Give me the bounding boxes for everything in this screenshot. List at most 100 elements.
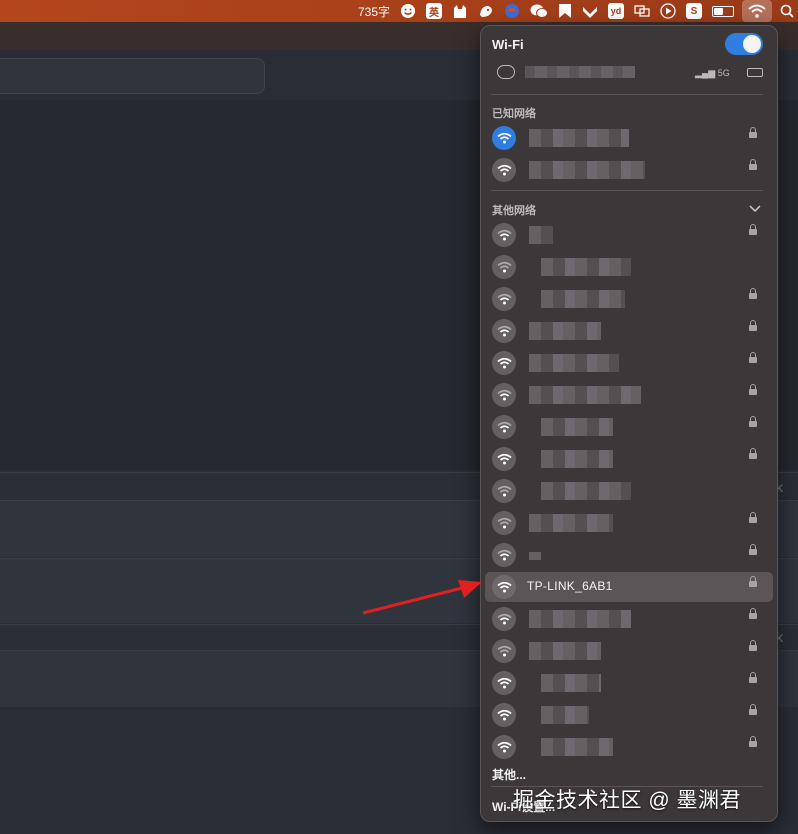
network-row[interactable] [485, 284, 773, 314]
wifi-icon [492, 543, 516, 567]
wifi-icon [492, 575, 516, 599]
wifi-icon [492, 415, 516, 439]
wifi-icon [492, 319, 516, 343]
lock-icon [749, 352, 757, 363]
image-app-icon[interactable] [582, 0, 598, 22]
lock-icon [749, 736, 757, 747]
lock-icon [749, 384, 757, 395]
network-row[interactable] [485, 220, 773, 250]
network-row[interactable] [485, 252, 773, 282]
current-hotspot-row[interactable]: ▂▄▆ 5G [485, 62, 773, 84]
redacted-name [529, 161, 645, 179]
search-icon[interactable] [780, 0, 794, 22]
lock-icon [749, 127, 757, 138]
network-row[interactable] [485, 700, 773, 730]
wifi-icon [492, 126, 516, 150]
network-row[interactable] [485, 732, 773, 762]
network-row-tp-link[interactable]: TP-LINK_6AB1 [485, 572, 773, 602]
network-row[interactable] [485, 668, 773, 698]
redacted-name [529, 514, 613, 532]
network-row[interactable] [485, 476, 773, 506]
wifi-icon [492, 703, 516, 727]
red-arrow-annotation [362, 580, 482, 615]
link-icon [497, 65, 515, 79]
lock-icon [749, 544, 757, 555]
signal-type-label: 5G [717, 68, 730, 78]
word-count-status[interactable]: 735字 [358, 0, 390, 22]
input-method-label: 英 [429, 7, 439, 19]
wifi-icon [492, 511, 516, 535]
known-network-row[interactable] [485, 155, 773, 185]
app-search-field[interactable] [0, 58, 265, 94]
redacted-name [529, 226, 553, 244]
wifi-icon [492, 447, 516, 471]
signal-bars-icon: ▂▄▆ [695, 68, 718, 78]
lock-icon [749, 512, 757, 523]
lock-icon [749, 608, 757, 619]
wifi-icon [492, 223, 516, 247]
network-row[interactable] [485, 636, 773, 666]
smiley-icon[interactable] [400, 0, 416, 22]
wifi-icon [492, 287, 516, 311]
wifi-toggle[interactable] [725, 33, 763, 55]
known-network-row[interactable] [485, 123, 773, 153]
lock-icon [749, 224, 757, 235]
redacted-name [529, 552, 541, 560]
network-row[interactable] [485, 348, 773, 378]
redacted-name [529, 642, 601, 660]
separator [491, 190, 763, 191]
input-method-icon[interactable]: 英 [426, 0, 442, 22]
bookmark-app-icon[interactable] [558, 0, 572, 22]
network-row[interactable] [485, 540, 773, 570]
redacted-name [541, 290, 625, 308]
word-count-label: 735字 [357, 4, 390, 19]
lock-icon [749, 640, 757, 651]
toggle-knob [743, 35, 761, 53]
cat-app-icon[interactable] [452, 0, 468, 22]
network-row[interactable] [485, 412, 773, 442]
redacted-name [529, 129, 629, 147]
bird-app-icon[interactable] [478, 0, 494, 22]
network-row[interactable] [485, 444, 773, 474]
wifi-icon [492, 158, 516, 182]
wifi-icon [492, 671, 516, 695]
wechat-icon[interactable] [530, 0, 548, 22]
youdao-icon[interactable]: yd [608, 0, 624, 22]
other-networks-heading: 其他网络 [492, 205, 536, 217]
lock-icon [749, 320, 757, 331]
redacted-name [529, 386, 641, 404]
battery-icon[interactable] [712, 0, 734, 22]
wifi-icon [492, 639, 516, 663]
menu-bar: 735字 英 yd S [0, 0, 798, 22]
chevron-down-icon[interactable] [749, 202, 761, 216]
redacted-name [525, 66, 635, 78]
redacted-name [529, 322, 601, 340]
browser-app-icon[interactable] [504, 0, 520, 22]
network-row[interactable] [485, 604, 773, 634]
other-networks-link[interactable]: 其他... [492, 766, 526, 783]
wifi-menu: Wi-Fi ▂▄▆ 5G 已知网络 其他网络 TP-LINK_6AB1 其他..… [480, 25, 778, 822]
redacted-name [529, 610, 631, 628]
network-name: TP-LINK_6AB1 [527, 579, 613, 593]
redacted-name [529, 354, 619, 372]
wifi-icon [492, 735, 516, 759]
lock-icon [749, 416, 757, 427]
play-icon[interactable] [660, 0, 676, 22]
network-row[interactable] [485, 508, 773, 538]
wifi-icon [492, 351, 516, 375]
lock-icon [749, 448, 757, 459]
signal-strength-label: ▂▄▆ 5G [695, 68, 730, 79]
lock-icon [749, 672, 757, 683]
redacted-name [541, 738, 613, 756]
wifi-icon[interactable] [742, 0, 772, 22]
redacted-name [541, 674, 601, 692]
network-row[interactable] [485, 316, 773, 346]
hotspot-battery-icon [747, 68, 763, 77]
sogou-icon[interactable]: S [686, 0, 702, 22]
redacted-name [541, 418, 613, 436]
redacted-name [541, 258, 631, 276]
wifi-icon [492, 607, 516, 631]
separator [491, 94, 763, 95]
network-row[interactable] [485, 380, 773, 410]
screen-mirror-icon[interactable] [634, 0, 650, 22]
